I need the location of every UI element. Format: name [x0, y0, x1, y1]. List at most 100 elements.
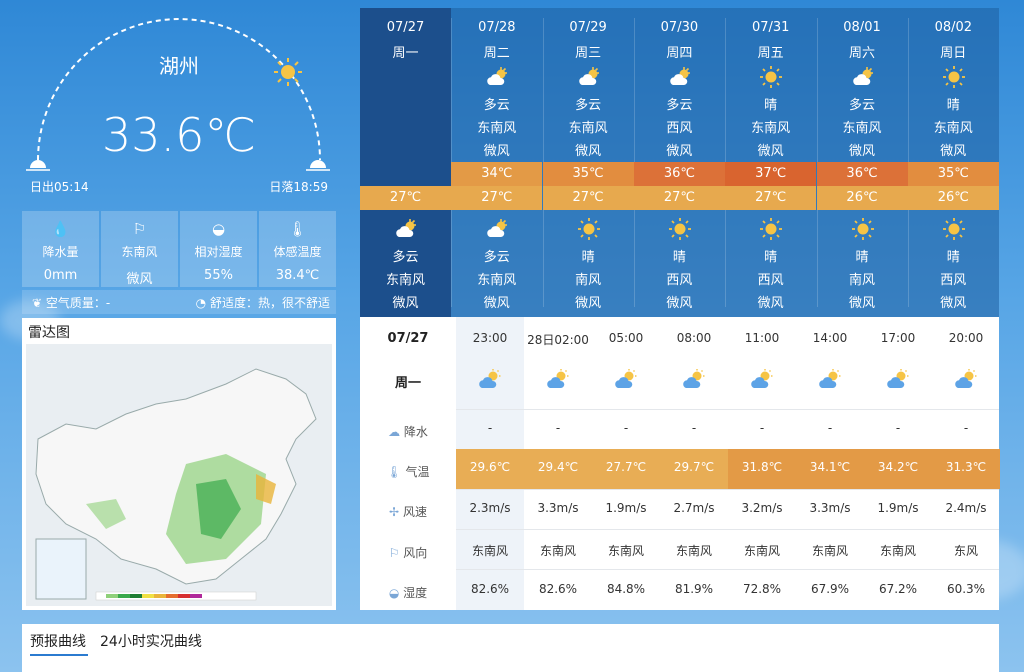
forecast-day[interactable]: 08/02 周日晴东南风 微风 35℃ 26℃ 晴西风 微风 [907, 8, 999, 317]
hourly-temperature: 34.2℃ [877, 460, 919, 474]
low-temperature: 27℃ [542, 186, 634, 210]
rain-cloud-icon: ☁ [388, 425, 401, 439]
night-weather: 晴 [946, 250, 960, 265]
rain-drops-icon: 💧 [51, 220, 70, 238]
humidity-drop-icon: ◒ [388, 586, 400, 600]
low-temperature: 27℃ [451, 186, 543, 210]
hourly-time: 28日02:00 [527, 333, 589, 347]
wind-vane-icon: ⚐ [132, 220, 147, 238]
gauge-icon: ◔ [195, 295, 207, 310]
hourly-time: 14:00 [812, 331, 848, 345]
night-wind-force: 微风 [483, 296, 510, 311]
day-wind-direction: 西风 [666, 121, 693, 136]
day-weather: 多云 [575, 98, 602, 113]
tab-forecast-curve[interactable]: 预报曲线 [30, 631, 86, 651]
hourly-temperature: 29.6℃ [469, 460, 511, 474]
hourly-precip: - [555, 421, 561, 435]
row-label-text: 降水 [403, 425, 428, 439]
day-weather: 晴 [946, 98, 960, 113]
hourly-wind-speed: 2.3m/s [469, 501, 511, 515]
forecast-day[interactable]: 07/31 周五晴东南风 微风 37℃ 27℃ 晴西风 微风 [725, 8, 817, 317]
wind-turbine-icon: ✢ [389, 505, 400, 519]
stat-value: 0mm [43, 268, 78, 283]
high-temperature [360, 162, 451, 186]
stat-label: 相对湿度 [194, 245, 243, 259]
hourly-temperature: 34.1℃ [809, 460, 851, 474]
sun-icon [758, 64, 784, 90]
night-weather: 晴 [581, 250, 595, 265]
hourly-precip: - [691, 421, 697, 435]
row-label-text: 风向 [403, 546, 428, 560]
day-wind-force: 微风 [575, 144, 602, 159]
forecast-day[interactable]: 07/28 周二 多云 东南风 微风 34℃ 27℃ 多云 东南风 微风 [451, 8, 543, 317]
day-wind-force: 微风 [666, 144, 693, 159]
row-divider [456, 409, 999, 410]
partly-cloudy-icon [484, 216, 510, 242]
sun-icon [941, 216, 967, 242]
stat-feels-like: 🌡 体感温度 38.4℃ [259, 211, 336, 287]
partly-cloudy-icon [393, 216, 419, 242]
sun-icon [941, 64, 967, 90]
day-wind-direction: 东南风 [842, 121, 882, 136]
hourly-wind-direction: 东南风 [743, 544, 780, 558]
hourly-wind-direction: 东南风 [879, 544, 916, 558]
curve-tabs: 预报曲线 24小时实况曲线 [22, 624, 999, 672]
partly-cloudy-icon [524, 367, 592, 396]
tab-24h-live-curve[interactable]: 24小时实况曲线 [100, 631, 202, 651]
hourly-humidity: 81.9% [674, 582, 714, 596]
air-quality-bar: ❦ 空气质量：- ◔ 舒适度：热，很不舒适 [22, 290, 336, 314]
comfort-text: 舒适度：热，很不舒适 [209, 295, 330, 310]
leaf-icon: ❦ [32, 295, 43, 310]
forecast-weekday: 周四 [666, 46, 693, 61]
forecast-weekday: 周二 [483, 46, 510, 61]
forecast-date: 07/31 [751, 20, 790, 35]
hourly-wind-direction: 东风 [953, 544, 978, 558]
day-wind-direction: 东南风 [568, 121, 608, 136]
forecast-day[interactable]: 07/27 周一 27℃ 多云 东南风 微风 [360, 8, 451, 317]
day-weather: 多云 [483, 98, 510, 113]
hourly-forecast: 07/27 周一 ☁ 降水 🌡 气温 ✢ 风速 ⚐ 风向 ◒ 湿度 23:00 -… [360, 317, 1000, 610]
radar-title: 雷达图 [28, 325, 70, 341]
night-wind-force: 微风 [940, 296, 967, 311]
low-temperature: 26℃ [907, 186, 999, 210]
high-temperature: 35℃ [542, 162, 634, 186]
stat-value: 55% [204, 268, 233, 283]
hourly-precip: - [827, 421, 833, 435]
humidity-drop-icon: ◒ [211, 220, 226, 238]
night-wind-direction: 西风 [940, 273, 967, 288]
hourly-precip: - [963, 421, 969, 435]
hourly-time: 20:00 [948, 331, 984, 345]
sun-icon [758, 216, 784, 242]
day-wind-force: 微风 [757, 144, 784, 159]
forecast-day[interactable]: 07/29 周三 多云 东南风 微风 35℃ 27℃ 晴南风 微风 [542, 8, 634, 317]
night-wind-force: 微风 [575, 296, 602, 311]
day-wind-force: 微风 [940, 144, 967, 159]
hourly-humidity: 72.8% [742, 582, 782, 596]
thermometer-icon: 🌡 [386, 465, 402, 479]
night-wind-direction: 南风 [575, 273, 602, 288]
forecast-day[interactable]: 08/01 周六 多云 东南风 微风 36℃ 26℃ 晴南风 微风 [816, 8, 908, 317]
hourly-time: 05:00 [608, 331, 644, 345]
hourly-humidity: 82.6% [538, 582, 578, 596]
hourly-temperature: 27.7℃ [605, 460, 647, 474]
night-wind-force: 微风 [666, 296, 693, 311]
radar-panel[interactable]: 雷达图 [22, 318, 336, 610]
partly-cloudy-icon [456, 367, 524, 396]
forecast-date: 08/01 [843, 20, 881, 35]
radar-map-image[interactable] [26, 344, 332, 606]
row-label-wind-speed: ✢ 风速 [360, 503, 456, 520]
hourly-wind-speed: 2.4m/s [945, 501, 987, 515]
partly-cloudy-icon [850, 64, 876, 90]
high-temperature: 36℃ [633, 162, 725, 186]
forecast-day[interactable]: 07/30 周四 多云 西风 微风 36℃ 27℃ 晴西风 微风 [633, 8, 725, 317]
seven-day-forecast: 07/27 周一 27℃ 多云 东南风 微风 07/28 周二 多云 东南风 微风 34℃ 27℃ 多云东… [360, 8, 999, 317]
hourly-wind-speed: 3.3m/s [537, 501, 579, 515]
night-wind-direction: 西风 [666, 273, 693, 288]
forecast-weekday: 周日 [940, 46, 967, 61]
row-label-text: 气温 [405, 465, 430, 479]
low-temperature: 27℃ [360, 186, 451, 210]
hourly-precip: - [487, 421, 493, 435]
night-wind-direction: 东南风 [385, 273, 425, 288]
sun-icon [850, 216, 876, 242]
day-wind-direction: 东南风 [751, 121, 791, 136]
